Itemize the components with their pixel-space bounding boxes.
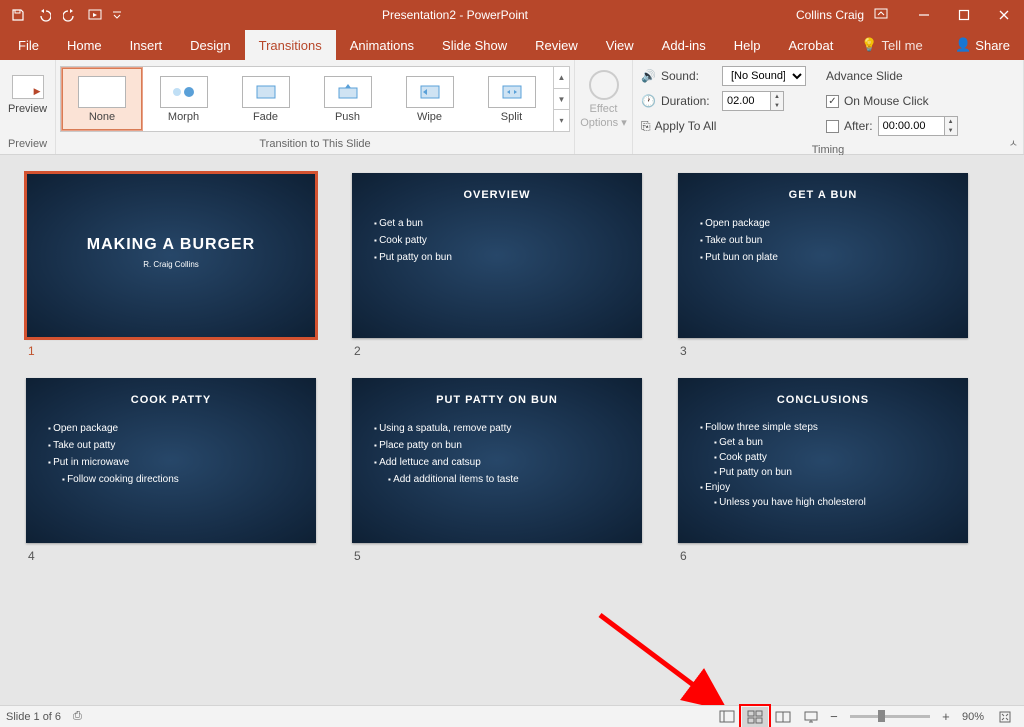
transition-wipe[interactable]: Wipe [389, 67, 471, 131]
transition-split[interactable]: Split [471, 67, 553, 131]
effect-options-icon [589, 70, 619, 100]
transition-gallery: None Morph Fade Push Wipe [60, 66, 570, 132]
after-down[interactable]: ▼ [945, 126, 957, 135]
split-icon [488, 76, 536, 108]
tell-me-search[interactable]: 💡Tell me [847, 30, 936, 60]
tab-view[interactable]: View [592, 30, 648, 60]
start-from-beginning-button[interactable] [84, 3, 108, 27]
advance-slide-header: Advance Slide [826, 69, 903, 83]
save-button[interactable] [6, 3, 30, 27]
zoom-out-button[interactable]: − [826, 709, 842, 724]
tab-addins[interactable]: Add-ins [648, 30, 720, 60]
gallery-scroll-up[interactable]: ▲ [554, 67, 569, 89]
slide-thumbnail-3[interactable]: GET A BUN Open package Take out bun Put … [678, 173, 968, 338]
window-title: Presentation2 - PowerPoint [124, 8, 786, 22]
sound-icon: 🔊 [641, 69, 656, 83]
zoom-percent[interactable]: 90% [956, 711, 990, 723]
zoom-slider[interactable] [850, 715, 930, 718]
zoom-in-button[interactable]: + [938, 709, 954, 724]
lightbulb-icon: 💡 [861, 37, 877, 53]
collapse-ribbon-button[interactable]: ㅅ [1009, 135, 1018, 150]
normal-view-button[interactable] [714, 707, 740, 727]
minimize-button[interactable] [904, 0, 944, 30]
slide-thumbnail-1[interactable]: MAKING A BURGER R. Craig Collins [26, 173, 316, 338]
tab-animations[interactable]: Animations [336, 30, 428, 60]
slide-sorter-view[interactable]: MAKING A BURGER R. Craig Collins 1 OVERV… [0, 155, 1024, 705]
tab-acrobat[interactable]: Acrobat [775, 30, 848, 60]
wipe-icon [406, 76, 454, 108]
transition-morph[interactable]: Morph [143, 67, 225, 131]
tab-transitions[interactable]: Transitions [245, 30, 336, 60]
tab-review[interactable]: Review [521, 30, 592, 60]
slide-number-1: 1 [26, 338, 316, 358]
slide-thumbnail-5[interactable]: PUT PATTY ON BUN Using a spatula, remove… [352, 378, 642, 543]
slide-number-2: 2 [352, 338, 642, 358]
user-name[interactable]: Collins Craig [786, 8, 874, 22]
tab-help[interactable]: Help [720, 30, 775, 60]
transition-push[interactable]: Push [307, 67, 389, 131]
duration-icon: 🕐 [641, 94, 656, 108]
tab-slideshow[interactable]: Slide Show [428, 30, 521, 60]
after-checkbox[interactable] [826, 120, 839, 133]
reading-view-button[interactable] [770, 707, 796, 727]
duration-input[interactable] [722, 91, 770, 111]
morph-icon [160, 76, 208, 108]
maximize-button[interactable] [944, 0, 984, 30]
duration-down[interactable]: ▼ [771, 101, 783, 110]
sound-dropdown[interactable]: [No Sound] [722, 66, 806, 86]
slide-number-4: 4 [26, 543, 316, 563]
preview-button[interactable]: Preview [4, 64, 51, 126]
gallery-expand[interactable]: ▾ [554, 110, 569, 131]
close-button[interactable] [984, 0, 1024, 30]
sound-label: Sound: [661, 69, 717, 83]
slide-thumbnail-4[interactable]: COOK PATTY Open package Take out patty P… [26, 378, 316, 543]
effect-options-button: EffectOptions ▾ [579, 64, 628, 136]
redo-button[interactable] [58, 3, 82, 27]
apply-all-icon: ⎘ [641, 119, 651, 134]
duration-up[interactable]: ▲ [771, 92, 783, 101]
fade-icon [242, 76, 290, 108]
on-mouse-click-label: On Mouse Click [844, 94, 929, 108]
tab-design[interactable]: Design [176, 30, 244, 60]
slide-sorter-view-button[interactable] [742, 707, 768, 727]
customize-qat-button[interactable] [110, 3, 124, 27]
apply-to-all-button[interactable]: ⎘ Apply To All [641, 116, 806, 136]
after-up[interactable]: ▲ [945, 117, 957, 126]
duration-label: Duration: [661, 94, 717, 108]
slide-thumbnail-2[interactable]: OVERVIEW Get a bun Cook patty Put patty … [352, 173, 642, 338]
share-icon: 👤 [955, 37, 971, 53]
after-input[interactable] [878, 116, 944, 136]
slideshow-view-button[interactable] [798, 707, 824, 727]
slide-number-3: 3 [678, 338, 968, 358]
notes-icon[interactable]: ⎙ [73, 710, 82, 723]
transition-none[interactable]: None [61, 67, 143, 131]
transition-fade[interactable]: Fade [225, 67, 307, 131]
after-label: After: [844, 119, 873, 133]
on-mouse-click-checkbox[interactable]: ✓ [826, 95, 839, 108]
fit-to-window-button[interactable] [992, 707, 1018, 727]
tab-file[interactable]: File [4, 30, 53, 60]
preview-icon [12, 75, 44, 99]
ribbon-display-options[interactable] [874, 8, 904, 23]
slide-number-6: 6 [678, 543, 968, 563]
slide-number-5: 5 [352, 543, 642, 563]
undo-button[interactable] [32, 3, 56, 27]
push-icon [324, 76, 372, 108]
slide-counter[interactable]: Slide 1 of 6 [6, 711, 61, 723]
tab-insert[interactable]: Insert [116, 30, 177, 60]
slide-thumbnail-6[interactable]: CONCLUSIONS Follow three simple steps Ge… [678, 378, 968, 543]
share-button[interactable]: 👤Share [941, 30, 1024, 60]
tab-home[interactable]: Home [53, 30, 116, 60]
group-label-transition: Transition to This Slide [56, 136, 574, 154]
gallery-scroll-down[interactable]: ▼ [554, 89, 569, 111]
group-label-preview: Preview [0, 136, 55, 154]
none-icon [78, 76, 126, 108]
